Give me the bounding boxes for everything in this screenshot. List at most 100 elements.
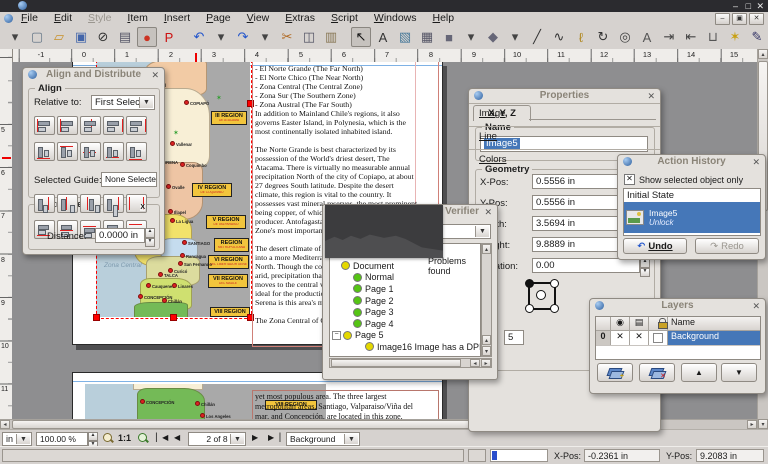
relative-to-select[interactable]: First Selected ▼ [91, 95, 155, 110]
geometry-row-field[interactable]: 0.00 [532, 258, 640, 273]
align-center-v-button[interactable] [80, 142, 101, 161]
scrollbar-thumb[interactable] [331, 359, 461, 367]
palette-close-button[interactable]: ✕ [151, 70, 159, 80]
add-layer-button[interactable]: + [597, 363, 633, 382]
toolbar-button[interactable]: P [159, 27, 179, 47]
layer-print-toggle[interactable]: ✕ [630, 331, 649, 345]
basepoint-center[interactable] [536, 290, 546, 300]
mdi-close-button[interactable]: ✕ [749, 13, 764, 25]
current-layer-select[interactable]: Background▼ [286, 432, 360, 446]
scroll-down-arrow[interactable]: ▾ [482, 346, 491, 356]
menu-item[interactable]: Item [119, 12, 155, 25]
selection-handle-bottom-left[interactable] [93, 314, 100, 321]
preflight-tree-row[interactable]: Page 3 [330, 306, 480, 318]
layer-visible-toggle[interactable]: ✕ [611, 331, 630, 345]
toolbar-button[interactable]: ⊘ [93, 27, 113, 47]
distribute-left-button[interactable] [34, 194, 55, 213]
window-close-button[interactable]: ✕ [484, 207, 492, 217]
history-item-selected[interactable]: Image5 Unlock [624, 202, 760, 233]
toolbar-button[interactable]: ■ [439, 27, 459, 47]
palette-titlebar[interactable]: Layers [590, 299, 765, 313]
text-frame-page3[interactable]: yet most populous area. The three larges… [252, 390, 439, 419]
basepoint-top-left[interactable] [525, 279, 534, 288]
toolbar-button[interactable]: ▾ [211, 27, 231, 47]
toolbar-button[interactable]: ⇤ [681, 27, 701, 47]
align-left-button[interactable] [57, 116, 78, 135]
toolbar-button[interactable]: ∿ [549, 27, 569, 47]
scroll-right-arrow[interactable]: ▸ [481, 359, 491, 367]
toolbar-button[interactable]: ▥ [321, 27, 341, 47]
scroll-left-arrow[interactable]: ◂ [470, 359, 480, 367]
window-maximize-button[interactable]: □ [746, 0, 751, 12]
toolbar-button[interactable]: ↖ [351, 27, 371, 47]
toolbar-button[interactable]: ◫ [299, 27, 319, 47]
zoom-level-field[interactable]: 100.00 % [36, 432, 88, 446]
scroll-down-arrow[interactable]: ▾ [758, 419, 768, 429]
preflight-tree-row[interactable]: Document Problems found [330, 260, 480, 272]
horizontal-ruler[interactable]: -10123456789101112131415 [12, 49, 757, 63]
distance-spinner[interactable]: ▲▼ [145, 228, 155, 243]
layer-name[interactable]: Background [668, 331, 760, 345]
geometry-row-spinner[interactable]: ▲▼ [640, 258, 650, 273]
align-left-out-button[interactable] [34, 116, 55, 135]
scroll-left-arrow[interactable]: ◂ [0, 420, 10, 429]
guide-line[interactable] [73, 381, 442, 382]
history-item-initial[interactable]: Initial State [624, 189, 760, 202]
toolbar-button[interactable]: ▤ [115, 27, 135, 47]
menu-item[interactable]: Windows [366, 12, 425, 25]
palette-titlebar[interactable]: Properties [469, 89, 660, 103]
menu-item[interactable]: Extras [277, 12, 323, 25]
basepoint-bottom-right[interactable] [550, 304, 559, 313]
mdi-restore-button[interactable]: ▣ [732, 13, 747, 25]
window-titlebar[interactable]: – □ ✕ [0, 0, 768, 12]
mdi-minimize-button[interactable]: – [715, 13, 730, 25]
align-right-out-button[interactable] [126, 116, 147, 135]
layer-lock-toggle[interactable] [649, 331, 668, 345]
undo-button[interactable]: ↶ Undo [623, 238, 687, 254]
toolbar-button[interactable]: ↷ [233, 27, 253, 47]
scroll-up-arrow[interactable]: ▴ [758, 49, 768, 59]
chevron-down-icon[interactable]: ▼ [16, 434, 30, 444]
menu-item[interactable]: Help [425, 12, 463, 25]
align-bottom-button[interactable] [103, 142, 124, 161]
section-tab[interactable]: Image [469, 103, 660, 126]
preflight-tree-row[interactable]: Page 1 [330, 283, 480, 295]
preflight-tree[interactable]: Document Problems found Normal [329, 243, 481, 357]
align-center-h-button[interactable] [80, 116, 101, 135]
align-right-button[interactable] [103, 116, 124, 135]
toolbar-button[interactable]: ◆ [483, 27, 503, 47]
toolbar-button[interactable]: ↶ [189, 27, 209, 47]
layer-row-background[interactable]: 0 ✕ ✕ Background [596, 331, 760, 346]
toolbar-button[interactable]: ⇥ [659, 27, 679, 47]
palette-titlebar[interactable]: Action History [618, 155, 765, 169]
last-page-button[interactable]: ▶▕ [268, 433, 280, 442]
toolbar-button[interactable]: ▾ [5, 27, 25, 47]
distribute-x-button[interactable]: X [126, 194, 147, 213]
preflight-tree-row[interactable]: − Page 5 [330, 330, 480, 342]
selection-handle-bottom-center[interactable] [170, 314, 177, 321]
toolbar-button[interactable]: A [373, 27, 393, 47]
chevron-down-icon[interactable]: ▼ [139, 97, 153, 108]
menu-item[interactable]: Insert [156, 12, 198, 25]
toolbar-button[interactable]: ✎ [747, 27, 767, 47]
zoom-spinner[interactable]: ▲▼ [88, 432, 98, 446]
section-tab[interactable]: Line [469, 126, 660, 149]
first-page-button[interactable]: ▏◀ [156, 433, 168, 442]
zoom-100-button[interactable]: 1:1 [118, 433, 131, 443]
toolbar-button[interactable]: ▣ [71, 27, 91, 47]
toolbar-button[interactable]: ● [137, 27, 157, 47]
menu-item[interactable]: View [239, 12, 278, 25]
preflight-tree-row[interactable]: Image16 Image has a DPI-Value les [330, 341, 480, 353]
menu-item[interactable]: File [13, 12, 46, 25]
delete-layer-button[interactable]: ✕ [639, 363, 675, 382]
align-top-button[interactable] [57, 142, 78, 161]
align-distribute-palette[interactable]: Align and Distribute ✕ Align Relative to… [22, 67, 165, 255]
palette-titlebar[interactable]: Align and Distribute [23, 68, 164, 82]
toolbar-button[interactable]: A [637, 27, 657, 47]
toolbar-button[interactable]: ✂ [277, 27, 297, 47]
toolbar-button[interactable]: ↻ [593, 27, 613, 47]
menu-item[interactable]: Style [80, 12, 119, 25]
chevron-down-icon[interactable]: ▼ [230, 434, 244, 444]
preflight-tree-row[interactable]: Normal [330, 272, 480, 284]
action-history-palette[interactable]: Action History ✕ ✕ Show selected object … [617, 154, 766, 260]
